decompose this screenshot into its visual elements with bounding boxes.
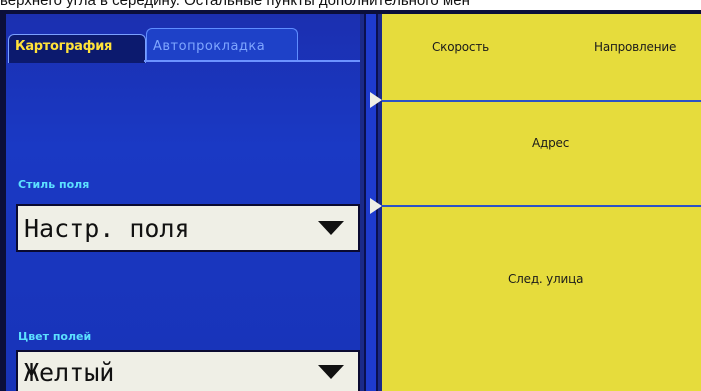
settings-panel: Автопрокладка Картография Стиль поля Нас… (6, 14, 360, 391)
caption-text: верхнего угла в середину. Остальные пунк… (0, 0, 470, 9)
field-color-label: Цвет полей (18, 330, 92, 343)
tab-autorouting-label: Автопрокладка (153, 39, 266, 54)
data-fields-preview: Скорость Напровление Адрес След. улица (382, 14, 701, 391)
field-style-value: Настр. поля (24, 213, 190, 243)
field-style-dropdown[interactable]: Настр. поля (16, 204, 360, 252)
field-color-value: Желтый (24, 357, 115, 387)
chevron-down-icon (318, 365, 344, 379)
data-field-next-street[interactable]: След. улица (508, 272, 583, 286)
tab-autorouting[interactable]: Автопрокладка (146, 28, 298, 61)
tab-underline (144, 60, 360, 62)
device-screen: Автопрокладка Картография Стиль поля Нас… (0, 10, 701, 391)
data-field-speed[interactable]: Скорость (432, 40, 489, 54)
field-separator-2 (382, 205, 701, 207)
chevron-down-icon (318, 221, 344, 235)
tab-cartography-label: Картография (15, 39, 113, 54)
field-color-dropdown[interactable]: Желтый (16, 350, 360, 391)
field-style-label: Стиль поля (18, 178, 90, 191)
divider-notch-top (370, 92, 382, 108)
data-field-address[interactable]: Адрес (532, 136, 569, 150)
tab-cartography[interactable]: Картография (8, 34, 146, 63)
field-separator-1 (382, 100, 701, 102)
divider-notch-bottom (370, 198, 382, 214)
data-field-direction[interactable]: Напровление (594, 40, 676, 54)
